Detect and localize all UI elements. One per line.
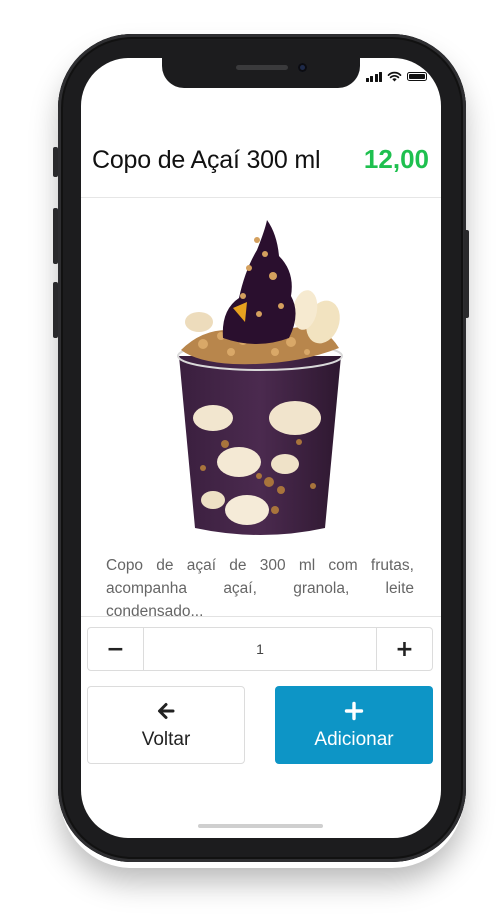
signal-icon <box>365 71 382 82</box>
arrow-left-icon <box>158 703 175 719</box>
product-title: Copo de Açaí 300 ml <box>92 146 321 174</box>
acai-cup-image <box>177 220 343 535</box>
speaker-grille <box>236 65 288 70</box>
status-bar-icons <box>365 71 427 82</box>
add-button-label: Adicionar <box>314 729 394 750</box>
home-indicator <box>198 824 323 828</box>
plus-icon <box>344 701 364 721</box>
volume-down-button <box>53 282 58 338</box>
back-button[interactable]: Voltar <box>87 686 245 764</box>
power-button <box>464 230 469 318</box>
product-description: Copo de açaí de 300 ml com frutas, acomp… <box>106 557 414 616</box>
app-screen: Copo de Açaí 300 ml 12,00 Copo de açaí d… <box>81 58 441 838</box>
battery-icon <box>407 72 427 81</box>
wifi-icon <box>387 71 402 82</box>
notch <box>162 58 360 88</box>
front-camera <box>298 63 307 72</box>
product-header: Copo de Açaí 300 ml 12,00 <box>81 130 441 198</box>
back-button-label: Voltar <box>141 729 191 750</box>
footer-divider <box>81 616 441 617</box>
decrement-button[interactable]: − <box>88 628 143 670</box>
volume-up-button <box>53 208 58 264</box>
product-price: 12,00 <box>363 144 429 174</box>
mute-switch <box>53 147 58 177</box>
quantity-stepper[interactable]: − 1 + <box>87 627 433 671</box>
add-to-cart-button[interactable]: Adicionar <box>275 686 433 764</box>
quantity-value[interactable]: 1 <box>143 628 377 670</box>
increment-button[interactable]: + <box>377 628 432 670</box>
